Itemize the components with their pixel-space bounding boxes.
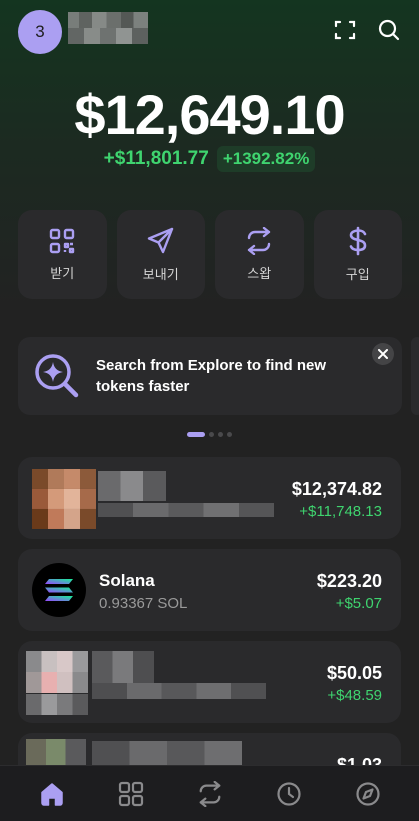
swap-icon [248, 227, 271, 255]
qr-code-icon [50, 228, 75, 254]
receive-button[interactable]: 받기 [18, 210, 107, 299]
token-name-blurred [98, 471, 166, 501]
carousel-dot[interactable] [227, 432, 232, 437]
token-amount-blurred [98, 503, 274, 517]
clock-icon [276, 781, 301, 806]
receive-label: 받기 [50, 266, 75, 281]
carousel-dots [0, 432, 419, 437]
token-change: +$11,748.13 [299, 503, 382, 520]
change-percent-badge: +1392.82% [216, 146, 316, 172]
send-button[interactable]: 보내기 [116, 210, 205, 299]
token-change: +$5.07 [335, 595, 382, 612]
search-icon[interactable] [375, 16, 403, 44]
account-avatar[interactable]: 3 [18, 10, 62, 54]
nav-home[interactable] [32, 774, 72, 814]
swap-label: 스왑 [247, 266, 272, 281]
token-row[interactable]: $12,374.82 +$11,748.13 [18, 457, 401, 539]
token-row-solana[interactable]: Solana 0.93367 SOL $223.20 +$5.07 [18, 549, 401, 631]
header: 3 [0, 0, 419, 70]
token-logo-blurred [26, 739, 86, 765]
portfolio-balance: $12,649.10 [74, 83, 345, 146]
token-value: $223.20 [316, 571, 382, 591]
token-amount: 0.93367 SOL [99, 595, 188, 612]
nav-swap[interactable] [190, 774, 230, 814]
grid-icon [118, 781, 143, 806]
send-label: 보내기 [142, 267, 179, 282]
home-icon [40, 782, 63, 806]
bottom-nav [0, 765, 419, 821]
token-row[interactable]: $50.05 +$48.59 [18, 641, 401, 723]
solana-logo-icon [32, 563, 86, 617]
carousel-dot[interactable] [209, 432, 214, 437]
carousel-dot[interactable] [218, 432, 223, 437]
avatar-label: 3 [35, 22, 45, 41]
account-name-blurred[interactable] [68, 12, 148, 44]
token-value: $50.05 [326, 663, 382, 683]
compass-icon [355, 781, 380, 806]
swap-icon [199, 780, 220, 807]
token-name-blurred [92, 741, 242, 765]
token-change: +$48.59 [327, 687, 382, 704]
close-icon[interactable] [372, 343, 394, 365]
explore-banner[interactable]: Search from Explore to find new tokens f… [18, 337, 402, 415]
scan-icon[interactable] [331, 16, 359, 44]
banner-text: Search from Explore to find new tokens f… [96, 357, 327, 395]
token-name: Solana [99, 571, 155, 590]
token-logo-blurred [32, 469, 96, 529]
swap-button[interactable]: 스왑 [215, 210, 304, 299]
nav-collectibles[interactable] [111, 774, 151, 814]
token-value: $12,374.82 [291, 479, 382, 499]
action-buttons: 받기 보내기 스왑 구입 [18, 210, 402, 299]
change-absolute: +$11,801.77 [103, 148, 209, 169]
nav-activity[interactable] [269, 774, 309, 814]
next-banner-peek[interactable] [411, 337, 419, 415]
dollar-icon [349, 226, 367, 256]
nav-explore[interactable] [348, 774, 388, 814]
token-name-blurred [92, 651, 154, 685]
send-icon [147, 227, 173, 254]
carousel-dot[interactable] [187, 432, 205, 437]
portfolio-change: +$11,801.77 +1392.82% [0, 146, 419, 172]
token-amount-blurred [92, 683, 266, 699]
token-logo-blurred [26, 651, 88, 715]
buy-button[interactable]: 구입 [313, 210, 402, 299]
explore-sparkle-icon [32, 351, 82, 406]
buy-label: 구입 [345, 267, 370, 282]
